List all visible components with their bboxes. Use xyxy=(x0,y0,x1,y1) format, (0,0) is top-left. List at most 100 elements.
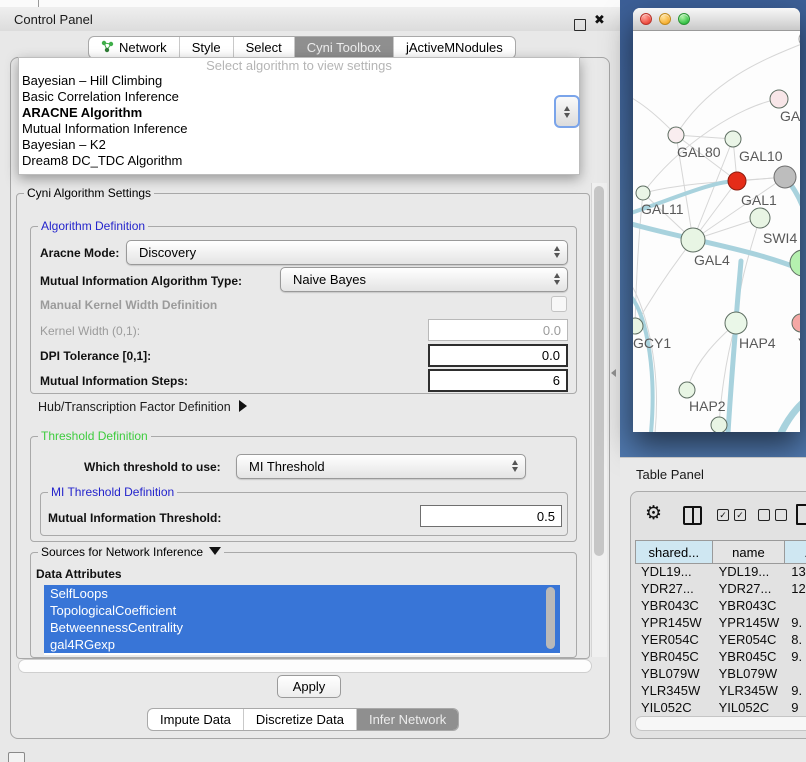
stepper-arrows-icon xyxy=(512,460,518,472)
page-icon[interactable] xyxy=(796,504,806,525)
apply-button[interactable]: Apply xyxy=(277,675,341,698)
network-node[interactable] xyxy=(679,382,695,398)
scrollbar-thumb[interactable] xyxy=(594,186,604,556)
network-graph[interactable]: GAL8GAL80GAL10GAL11GAL1SWI4GAL4GCY1HAP4Y… xyxy=(633,31,800,432)
attribute-topologicalcoefficient[interactable]: TopologicalCoefficient xyxy=(44,602,560,619)
close-icon[interactable]: ✖ xyxy=(594,12,605,28)
mi-type-value: Naive Bayes xyxy=(293,272,366,287)
table-row[interactable]: YER054CYER054C8. xyxy=(635,632,806,649)
zoom-traffic-light[interactable] xyxy=(678,13,690,25)
table-cell: 13 xyxy=(785,564,806,581)
table-cell: YPR145W xyxy=(635,615,713,632)
tab-network[interactable]: Network xyxy=(89,37,180,58)
network-icon xyxy=(101,40,114,56)
mi-type-select[interactable]: Naive Bayes xyxy=(280,267,568,292)
table-cell: 8. xyxy=(785,632,806,649)
panel-divider-handle[interactable] xyxy=(611,369,616,377)
algorithm-option-dream8-dc-tdc-algorithm[interactable]: Dream8 DC_TDC Algorithm xyxy=(19,153,579,169)
network-node[interactable] xyxy=(770,90,788,108)
network-node[interactable] xyxy=(668,127,684,143)
dpi-tolerance-field[interactable]: 0.0 xyxy=(428,344,568,367)
network-edge-strong[interactable] xyxy=(781,393,800,432)
checked-box-icon[interactable]: ✓ xyxy=(717,509,729,521)
mi-threshold-label: Mutual Information Threshold: xyxy=(48,511,221,525)
table-row[interactable]: YDL19...YDL19...13 xyxy=(635,564,806,581)
network-view-window: GAL8GAL80GAL10GAL11GAL1SWI4GAL4GCY1HAP4Y… xyxy=(633,8,800,432)
algorithm-option-bayesian-k2[interactable]: Bayesian – K2 xyxy=(19,137,579,153)
which-threshold-label: Which threshold to use: xyxy=(84,460,221,474)
mi-threshold-field[interactable]: 0.5 xyxy=(420,505,562,527)
which-threshold-select[interactable]: MI Threshold xyxy=(236,454,526,479)
table-cell: 9. xyxy=(785,649,806,666)
minimize-traffic-light[interactable] xyxy=(659,13,671,25)
table-row[interactable]: YPR145WYPR145W9. xyxy=(635,615,806,632)
float-window-icon[interactable] xyxy=(574,19,586,31)
network-node[interactable] xyxy=(790,250,800,276)
network-node[interactable] xyxy=(725,131,741,147)
tab-infer-network[interactable]: Infer Network xyxy=(357,709,458,730)
attributes-scrollbar[interactable] xyxy=(546,587,555,649)
attribute-selfloops[interactable]: SelfLoops xyxy=(44,585,560,602)
network-edge[interactable] xyxy=(633,96,676,135)
network-node[interactable] xyxy=(774,166,796,188)
bottom-tab-bar: Impute DataDiscretize DataInfer Network xyxy=(147,708,459,731)
column-header-shared[interactable]: shared... xyxy=(635,540,713,564)
network-node[interactable] xyxy=(681,228,705,252)
algorithm-option-basic-correlation-inference[interactable]: Basic Correlation Inference xyxy=(19,89,579,105)
algorithm-option-mutual-information-inference[interactable]: Mutual Information Inference xyxy=(19,121,579,137)
tab-jactivemnodules[interactable]: jActiveMNodules xyxy=(394,37,515,58)
table-panel-title: Table Panel xyxy=(636,467,704,482)
table-cell: 9. xyxy=(785,683,806,700)
table-body: YDL19...YDL19...13YDR27...YDR27...12YBR0… xyxy=(635,564,806,715)
network-node[interactable] xyxy=(725,312,747,334)
columns-icon[interactable] xyxy=(683,506,702,525)
network-node[interactable] xyxy=(636,186,650,200)
gear-icon[interactable]: ⚙ xyxy=(645,504,662,523)
checked-box-icon[interactable]: ✓ xyxy=(734,509,746,521)
sources-group-title[interactable]: Sources for Network Inference xyxy=(38,545,224,559)
table-row[interactable]: YBR043CYBR043C xyxy=(635,598,806,615)
column-header-a[interactable]: A xyxy=(785,540,806,564)
table-row[interactable]: YBR045CYBR045C9. xyxy=(635,649,806,666)
close-traffic-light[interactable] xyxy=(640,13,652,25)
tab-discretize-data[interactable]: Discretize Data xyxy=(244,709,357,730)
tab-impute-data[interactable]: Impute Data xyxy=(148,709,244,730)
column-header-name[interactable]: name xyxy=(713,540,786,564)
kernel-width-field[interactable]: 0.0 xyxy=(428,319,568,341)
table-row[interactable]: YBL079WYBL079W xyxy=(635,666,806,683)
settings-horizontal-scrollbar[interactable] xyxy=(18,659,592,673)
algorithm-option-aracne-algorithm[interactable]: ARACNE Algorithm xyxy=(19,105,579,121)
aracne-mode-select[interactable]: Discovery xyxy=(126,240,568,265)
attribute-betweennesscentrality[interactable]: BetweennessCentrality xyxy=(44,619,560,636)
algorithm-dropdown: Select algorithm to view settings Bayesi… xyxy=(18,57,580,175)
algorithm-option-bayesian-hill-climbing[interactable]: Bayesian – Hill Climbing xyxy=(19,73,579,89)
mi-steps-field[interactable]: 6 xyxy=(428,369,568,392)
network-canvas[interactable]: GAL8GAL80GAL10GAL11GAL1SWI4GAL4GCY1HAP4Y… xyxy=(633,31,800,432)
mi-steps-label: Mutual Information Steps: xyxy=(40,374,188,388)
network-node[interactable] xyxy=(711,417,727,432)
unchecked-box-icon[interactable] xyxy=(758,509,770,521)
network-edge-strong[interactable] xyxy=(633,293,653,432)
network-node[interactable] xyxy=(728,172,746,190)
tab-select[interactable]: Select xyxy=(234,37,295,58)
table-row[interactable]: YLR345WYLR345W9. xyxy=(635,683,806,700)
dpi-tolerance-value: 0.0 xyxy=(542,348,560,363)
table-row[interactable]: YDR27...YDR27...12 xyxy=(635,581,806,598)
network-edge[interactable] xyxy=(687,323,736,390)
network-node[interactable] xyxy=(792,314,800,332)
settings-vertical-scrollbar[interactable] xyxy=(591,183,607,657)
tab-cyni-toolbox[interactable]: Cyni Toolbox xyxy=(295,37,394,58)
obscured-combo-stepper xyxy=(554,95,580,128)
manual-kernel-checkbox[interactable] xyxy=(551,296,567,312)
tab-style[interactable]: Style xyxy=(180,37,234,58)
bottom-left-panel-icon[interactable] xyxy=(8,752,25,762)
table-row[interactable]: YIL052CYIL052C9 xyxy=(635,700,806,715)
attribute-gal4rgexp[interactable]: gal4RGexp xyxy=(44,636,560,653)
unchecked-box-icon[interactable] xyxy=(775,509,787,521)
network-node[interactable] xyxy=(750,208,770,228)
tab-label: Style xyxy=(192,40,221,55)
data-attributes-list[interactable]: SelfLoopsTopologicalCoefficientBetweenne… xyxy=(44,585,560,655)
network-edge[interactable] xyxy=(676,135,733,139)
hub-definition-disclosure[interactable]: Hub/Transcription Factor Definition xyxy=(38,400,247,414)
table-horizontal-scrollbar[interactable] xyxy=(635,716,806,731)
